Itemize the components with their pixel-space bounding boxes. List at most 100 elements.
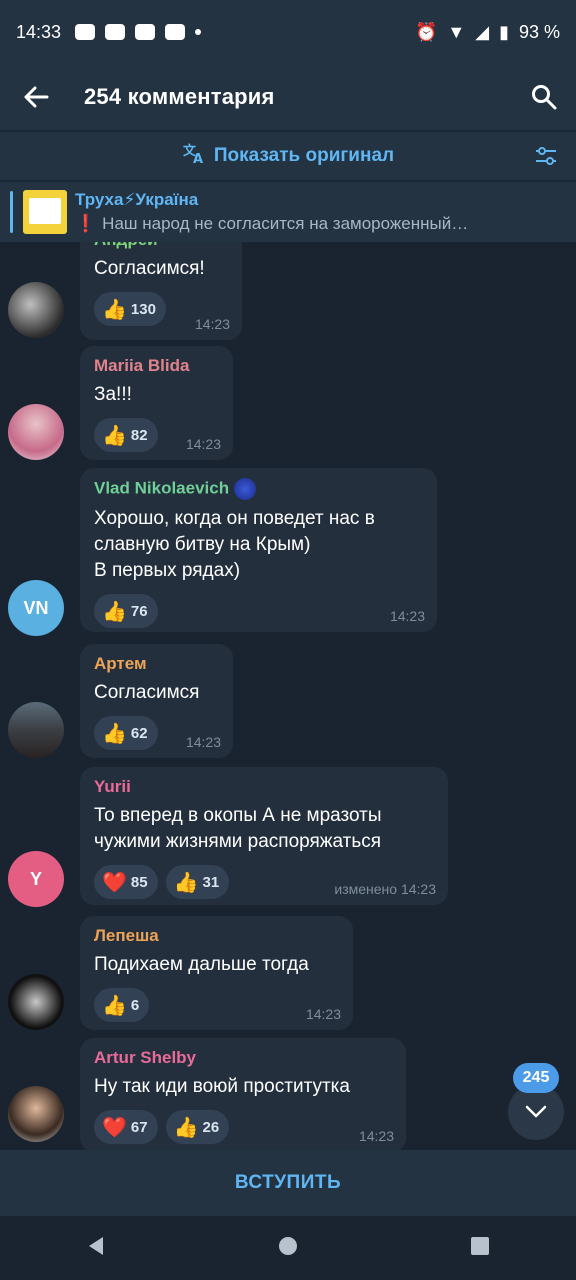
status-time: 14:33 — [16, 21, 62, 42]
message-text: Ну так иди воюй проститутка — [94, 1076, 350, 1097]
chevron-down-icon — [525, 1105, 547, 1118]
show-original-button[interactable]: 文A Показать оригинал — [0, 132, 576, 180]
author-name: Артем — [94, 654, 147, 673]
heart-icon: ❤️ — [102, 1116, 127, 1139]
exclamation-icon: ❗ — [75, 214, 97, 233]
reaction-count: 76 — [130, 602, 148, 620]
avatar[interactable] — [8, 282, 64, 338]
message-text: Согласимся — [94, 682, 200, 703]
translate-settings-icon[interactable] — [534, 144, 558, 174]
thumbs-up-icon: 👍 — [102, 298, 127, 321]
join-button[interactable]: ВСТУПИТЬ — [0, 1150, 576, 1216]
thumbs-up-icon: 👍 — [102, 722, 127, 745]
translate-icon: 文A — [182, 141, 206, 171]
reaction-like[interactable]: 👍 31 — [165, 865, 230, 899]
reaction-count: 62 — [130, 724, 148, 742]
more-notifications-icon — [195, 29, 202, 35]
reaction-count: 26 — [202, 1118, 220, 1136]
avatar[interactable]: VN — [8, 580, 64, 636]
message-time: 14:23 — [389, 608, 425, 624]
message-text: За!!! — [94, 384, 132, 405]
reaction-like[interactable]: 👍 62 — [94, 716, 158, 750]
svg-text:A: A — [193, 152, 203, 165]
message-time: 14:23 — [358, 1128, 394, 1144]
thumbs-up-icon: 👍 — [102, 424, 127, 447]
reaction-count: 67 — [130, 1118, 148, 1136]
reaction-like[interactable]: 👍 82 — [94, 418, 158, 452]
reaction-count: 6 — [130, 996, 140, 1014]
message-bubble[interactable]: Андрей Согласимся! 👍130 14:23 — [80, 242, 242, 340]
pinned-accent-line — [10, 191, 13, 233]
show-original-label: Показать оригинал — [213, 145, 395, 166]
message-text: Подихаем дальше тогда — [94, 954, 309, 975]
author-name: Yurii — [94, 777, 131, 796]
wifi-icon: ▼ — [447, 21, 466, 42]
capcut-icon — [135, 24, 156, 40]
thumbs-up-icon: 👍 — [173, 871, 199, 894]
comments-list[interactable]: Андрей Согласимся! 👍130 14:23 Mariia Bli… — [0, 242, 576, 1150]
reaction-like[interactable]: 👍 6 — [94, 988, 150, 1022]
author-name: Лепеша — [94, 926, 159, 945]
alarm-icon: ⏰ — [414, 21, 438, 42]
avatar[interactable] — [8, 404, 64, 460]
status-bar: 14:33 ⏰ ▼ ◢ ▮ 93 % — [0, 0, 576, 64]
nav-back-icon[interactable] — [85, 1235, 107, 1262]
thumbs-up-icon: 👍 — [102, 600, 127, 623]
pinned-thumbnail — [23, 190, 67, 234]
avatar[interactable] — [8, 702, 64, 758]
pinned-text: Наш народ не согласится на замороженный… — [102, 214, 469, 233]
search-icon[interactable] — [524, 77, 564, 117]
message-time: изменено 14:23 — [334, 881, 436, 897]
battery-icon: ▮ — [499, 21, 509, 42]
facebook-icon — [75, 24, 96, 40]
heart-icon: ❤️ — [102, 871, 127, 894]
message-bubble[interactable]: Yurii То вперед в окопы А не мразоты чуж… — [80, 767, 448, 905]
author-name-text: Vlad Nikolaevich — [94, 478, 230, 498]
message-time: 14:23 — [194, 316, 230, 332]
signal-icon: ◢ — [475, 21, 490, 42]
page-title: 254 комментария — [84, 84, 275, 109]
message-time: 14:23 — [185, 436, 221, 452]
reaction-count: 130 — [130, 300, 156, 318]
system-icons: ⏰ ▼ ◢ ▮ 93 % — [415, 22, 560, 43]
unread-count-badge: 245 — [513, 1063, 559, 1093]
pinned-text-row: ❗ Наш народ не согласится на замороженный… — [75, 214, 468, 234]
message-text: То вперед в окопы А не мразоты чужими жи… — [94, 805, 382, 852]
nav-recents-icon[interactable] — [469, 1235, 491, 1262]
pinned-post[interactable]: Труха⚡Україна ❗ Наш народ не согласится н… — [0, 182, 576, 242]
youtube-icon — [165, 24, 186, 40]
author-name: Vlad Nikolaevich — [94, 478, 423, 500]
app-bar: 254 комментария — [0, 64, 576, 130]
avatar[interactable]: Y — [8, 851, 64, 907]
thumbs-up-icon: 👍 — [173, 1116, 199, 1139]
avatar[interactable] — [8, 974, 64, 1030]
avatar[interactable] — [8, 1086, 64, 1142]
avatar-initials: Y — [29, 868, 42, 889]
nav-home-icon[interactable] — [277, 1235, 299, 1262]
back-arrow-icon[interactable] — [8, 69, 64, 125]
message-bubble[interactable]: Artur Shelby Ну так иди воюй проститутка… — [80, 1038, 406, 1150]
reaction-heart[interactable]: ❤️ 67 — [94, 1110, 158, 1144]
message-text: Согласимся! — [94, 258, 205, 279]
reaction-heart[interactable]: ❤️ 85 — [94, 865, 158, 899]
message-bubble[interactable]: Vlad Nikolaevich Хорошо, когда он поведе… — [80, 468, 437, 632]
message-time: 14:23 — [185, 734, 221, 750]
author-name: Mariia Blida — [94, 356, 190, 375]
system-nav-bar — [0, 1216, 576, 1280]
notification-icons — [75, 24, 202, 40]
reaction-count: 31 — [202, 873, 220, 891]
pinned-channel-name: Труха⚡Україна — [75, 190, 199, 209]
reaction-like[interactable]: 👍 26 — [165, 1110, 230, 1144]
reaction-like[interactable]: 👍 76 — [94, 594, 158, 628]
author-name: Artur Shelby — [94, 1048, 197, 1067]
message-bubble[interactable]: Лепеша Подихаем дальше тогда 👍 6 14:23 — [80, 916, 353, 1030]
message-bubble[interactable]: Артем Согласимся 👍 62 14:23 — [80, 644, 233, 758]
message-bubble[interactable]: Mariia Blida За!!! 👍 82 14:23 — [80, 346, 233, 460]
reaction-count: 82 — [130, 426, 148, 444]
youtube-icon — [105, 24, 126, 40]
author-name: Андрей — [94, 242, 228, 250]
battery-level: 93 % — [518, 21, 560, 42]
status-emoji-icon — [233, 478, 256, 500]
reaction-like[interactable]: 👍 130 — [94, 292, 166, 326]
avatar-initials: VN — [23, 597, 49, 618]
